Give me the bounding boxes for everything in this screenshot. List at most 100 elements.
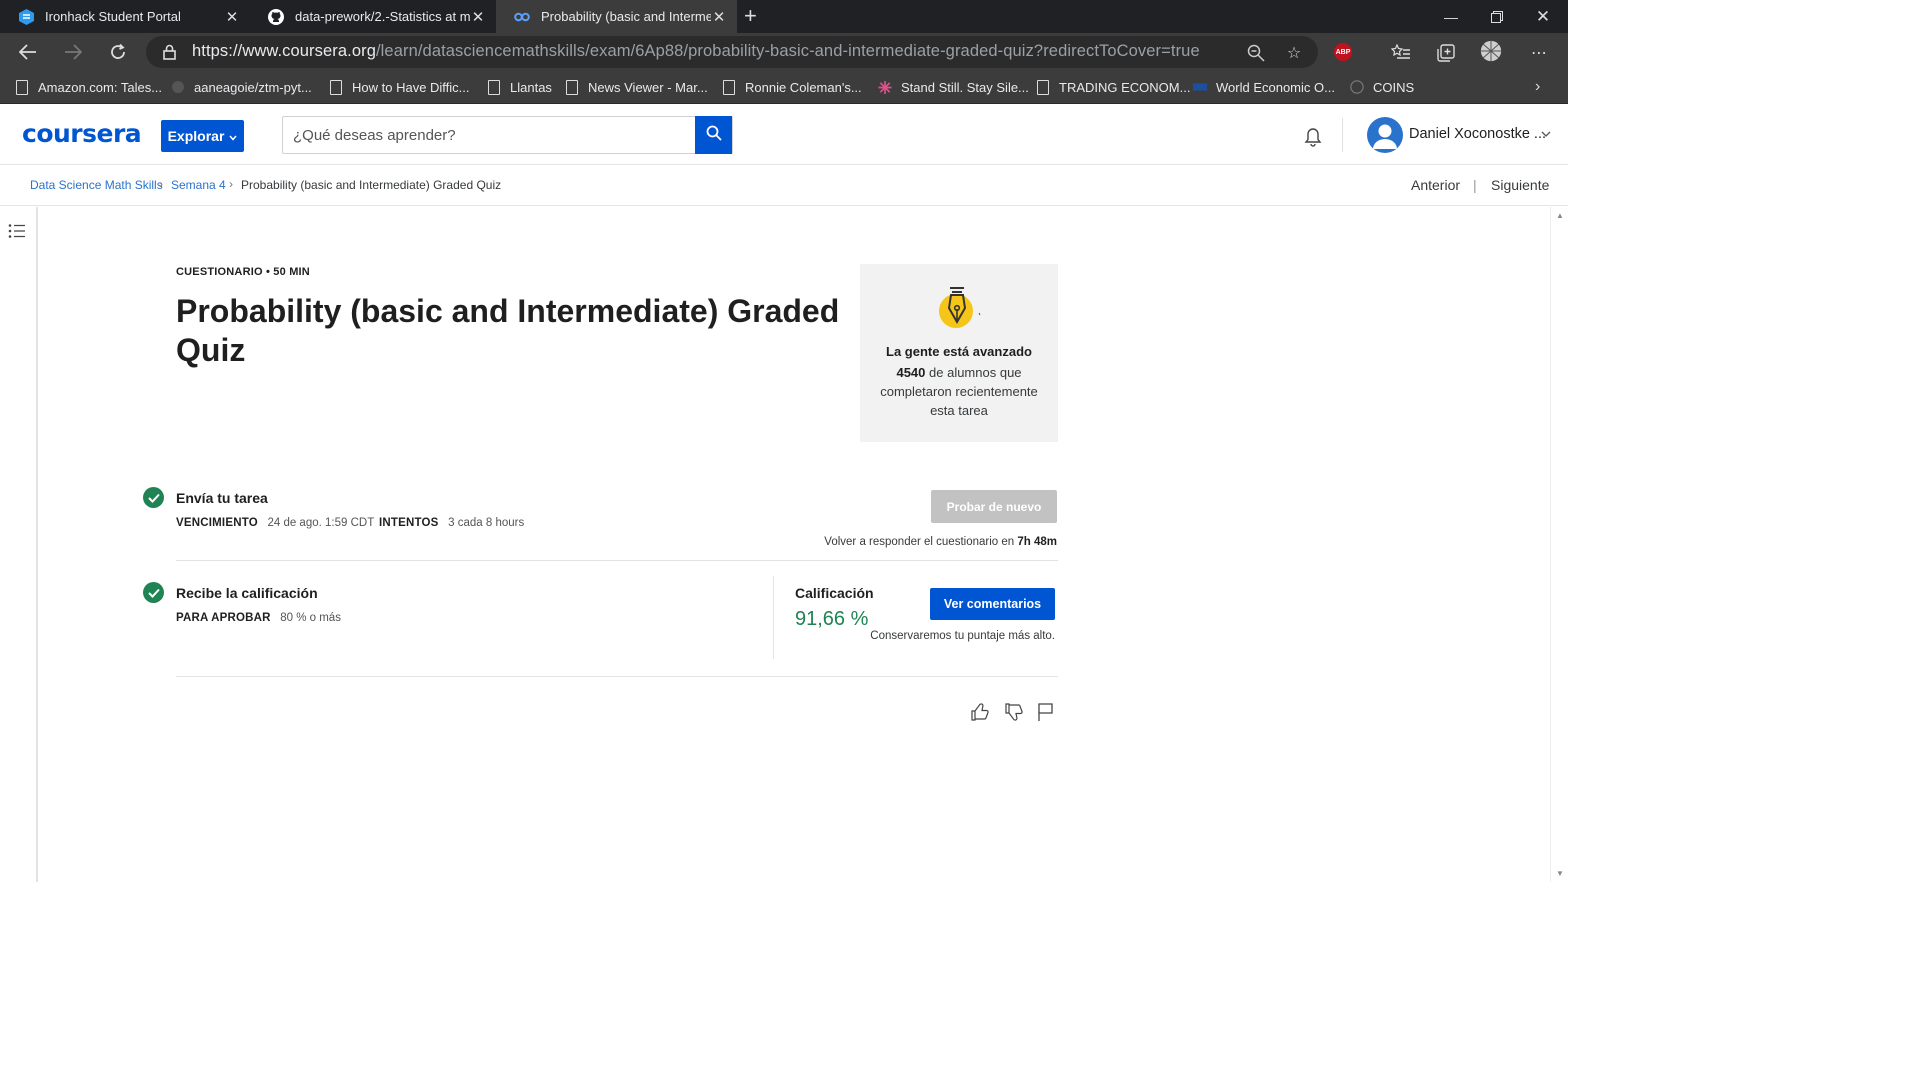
coursera-logo[interactable]: coursera bbox=[22, 119, 142, 148]
adblock-icon[interactable]: ABP bbox=[1334, 43, 1352, 61]
bookmark-item[interactable]: Stand Still. Stay Sile... bbox=[878, 71, 1029, 103]
bookmark-item[interactable]: Llantas bbox=[487, 71, 552, 103]
coursera-favicon-icon bbox=[514, 9, 530, 25]
page-icon bbox=[722, 79, 736, 95]
grade-label: Calificación bbox=[795, 585, 874, 601]
course-outline-rail bbox=[0, 207, 38, 882]
more-options-icon[interactable]: ⋯ bbox=[1528, 42, 1550, 64]
quiz-kicker: CUESTIONARIO • 50 MIN bbox=[176, 266, 310, 278]
url-text: https://www.coursera.org/learn/datascien… bbox=[192, 42, 1200, 60]
header-divider bbox=[1342, 118, 1343, 152]
breadcrumb-week-link[interactable]: Semana 4 bbox=[171, 178, 226, 192]
bookmark-item[interactable]: How to Have Diffic... bbox=[329, 71, 470, 103]
page-title: Probability (basic and Intermediate) Gra… bbox=[176, 293, 840, 368]
list-icon[interactable] bbox=[8, 223, 26, 244]
tab-title: Probability (basic and Intermediate) bbox=[541, 9, 711, 24]
zoom-icon[interactable] bbox=[1245, 42, 1267, 64]
page-icon bbox=[329, 79, 343, 95]
github-icon bbox=[171, 79, 185, 95]
notification-bell-icon[interactable] bbox=[1301, 124, 1325, 153]
ironhack-favicon-icon bbox=[18, 8, 34, 25]
attempts-info: INTENTOS 3 cada 8 hours bbox=[379, 517, 525, 529]
coin-icon bbox=[1350, 79, 1364, 95]
minimize-icon[interactable]: — bbox=[1428, 0, 1474, 33]
check-circle-icon bbox=[143, 582, 164, 603]
chevron-down-icon bbox=[229, 128, 237, 144]
tab-title: Ironhack Student Portal bbox=[45, 9, 181, 24]
tab-ironhack[interactable]: Ironhack Student Portal ✕ bbox=[0, 0, 250, 33]
tab-github[interactable]: data-prework/2.-Statistics at master ✕ bbox=[250, 0, 496, 33]
bookmarks-overflow-icon[interactable]: › bbox=[1535, 71, 1540, 103]
github-icon bbox=[268, 8, 284, 25]
retry-button[interactable]: Probar de nuevo bbox=[931, 490, 1057, 523]
flag-icon[interactable] bbox=[1037, 702, 1055, 727]
thumbs-up-icon[interactable] bbox=[970, 702, 990, 727]
wef-icon bbox=[1193, 79, 1207, 95]
close-tab-icon[interactable]: ✕ bbox=[470, 8, 486, 26]
promo-text: 4540 de alumnos que completaron reciente… bbox=[880, 365, 1038, 418]
section-divider bbox=[176, 560, 1058, 561]
promo-heading: La gente está avanzado bbox=[886, 344, 1032, 359]
view-feedback-button[interactable]: Ver comentarios bbox=[930, 588, 1055, 620]
tab-title: data-prework/2.-Statistics at master bbox=[295, 9, 470, 24]
url-bar[interactable]: https://www.coursera.org/learn/datascien… bbox=[146, 36, 1318, 68]
pen-nib-icon bbox=[938, 284, 982, 337]
collections-icon[interactable] bbox=[1435, 42, 1457, 64]
explore-button[interactable]: Explorar bbox=[161, 120, 244, 152]
page-icon bbox=[565, 79, 579, 95]
bookmark-item[interactable]: COINS bbox=[1350, 71, 1414, 103]
restore-icon[interactable] bbox=[1474, 0, 1520, 33]
next-link[interactable]: Siguiente bbox=[1491, 177, 1549, 193]
page-icon bbox=[1036, 79, 1050, 95]
page-icon bbox=[487, 79, 501, 95]
favorite-star-icon[interactable]: ☆ bbox=[1283, 42, 1305, 64]
flower-icon bbox=[878, 79, 892, 95]
browser-tab-bar: Ironhack Student Portal ✕ data-prework/2… bbox=[0, 0, 1568, 33]
search-button[interactable] bbox=[695, 116, 732, 154]
submit-title: Envía tu tarea bbox=[176, 490, 268, 506]
due-info: VENCIMIENTO 24 de ago. 1:59 CDT bbox=[176, 517, 375, 529]
bookmark-item[interactable]: TRADING ECONOM... bbox=[1036, 71, 1190, 103]
previous-link[interactable]: Anterior bbox=[1411, 177, 1460, 193]
thumbs-down-icon[interactable] bbox=[1004, 702, 1024, 727]
lock-icon bbox=[163, 44, 176, 65]
new-tab-icon[interactable]: + bbox=[744, 4, 757, 28]
bookmarks-bar: Amazon.com: Tales... aaneagoie/ztm-pyt..… bbox=[0, 71, 1568, 104]
breadcrumb-course-link[interactable]: Data Science Math Skills bbox=[30, 178, 163, 192]
favorites-list-icon[interactable] bbox=[1390, 42, 1412, 64]
close-window-icon[interactable]: ✕ bbox=[1520, 0, 1566, 33]
pass-threshold: PARA APROBAR 80 % o más bbox=[176, 612, 341, 624]
search-box bbox=[282, 116, 733, 154]
avatar[interactable] bbox=[1367, 117, 1403, 153]
check-circle-icon bbox=[143, 487, 164, 508]
chevron-right-icon: › bbox=[229, 177, 233, 191]
grade-divider bbox=[773, 576, 774, 659]
back-icon[interactable] bbox=[16, 40, 40, 64]
tab-coursera[interactable]: Probability (basic and Intermediate) ✕ bbox=[496, 0, 737, 33]
close-tab-icon[interactable]: ✕ bbox=[711, 8, 727, 26]
bookmark-item[interactable]: aaneagoie/ztm-pyt... bbox=[171, 71, 312, 103]
scroll-up-icon[interactable]: ▲ bbox=[1556, 211, 1564, 220]
search-input[interactable] bbox=[283, 117, 695, 153]
bookmark-item[interactable]: Ronnie Coleman's... bbox=[722, 71, 862, 103]
user-name[interactable]: Daniel Xoconostke ... bbox=[1409, 126, 1546, 142]
scroll-down-icon[interactable]: ▼ bbox=[1556, 869, 1564, 878]
reload-icon[interactable] bbox=[106, 40, 130, 64]
bookmark-item[interactable]: News Viewer - Mar... bbox=[565, 71, 708, 103]
chevron-down-icon[interactable] bbox=[1541, 126, 1551, 140]
prev-next-separator: | bbox=[1473, 177, 1477, 193]
highest-score-note: Conservaremos tu puntaje más alto. bbox=[870, 630, 1055, 642]
profile-icon[interactable] bbox=[1480, 40, 1502, 62]
close-tab-icon[interactable]: ✕ bbox=[224, 8, 240, 26]
bookmark-item[interactable]: World Economic O... bbox=[1193, 71, 1335, 103]
section-divider bbox=[176, 676, 1058, 677]
breadcrumb-current: Probability (basic and Intermediate) Gra… bbox=[241, 178, 502, 192]
page-icon bbox=[15, 79, 29, 95]
bookmark-item[interactable]: Amazon.com: Tales... bbox=[15, 71, 162, 103]
site-header: coursera Explorar Daniel Xoconostke ... bbox=[0, 104, 1568, 165]
forward-icon[interactable] bbox=[61, 40, 85, 64]
progress-promo-card: La gente está avanzado 4540 de alumnos q… bbox=[860, 264, 1058, 442]
page-scrollbar[interactable]: ▲ ▼ bbox=[1550, 207, 1568, 882]
address-toolbar: https://www.coursera.org/learn/datascien… bbox=[0, 33, 1568, 71]
grade-section-title: Recibe la calificación bbox=[176, 585, 318, 601]
